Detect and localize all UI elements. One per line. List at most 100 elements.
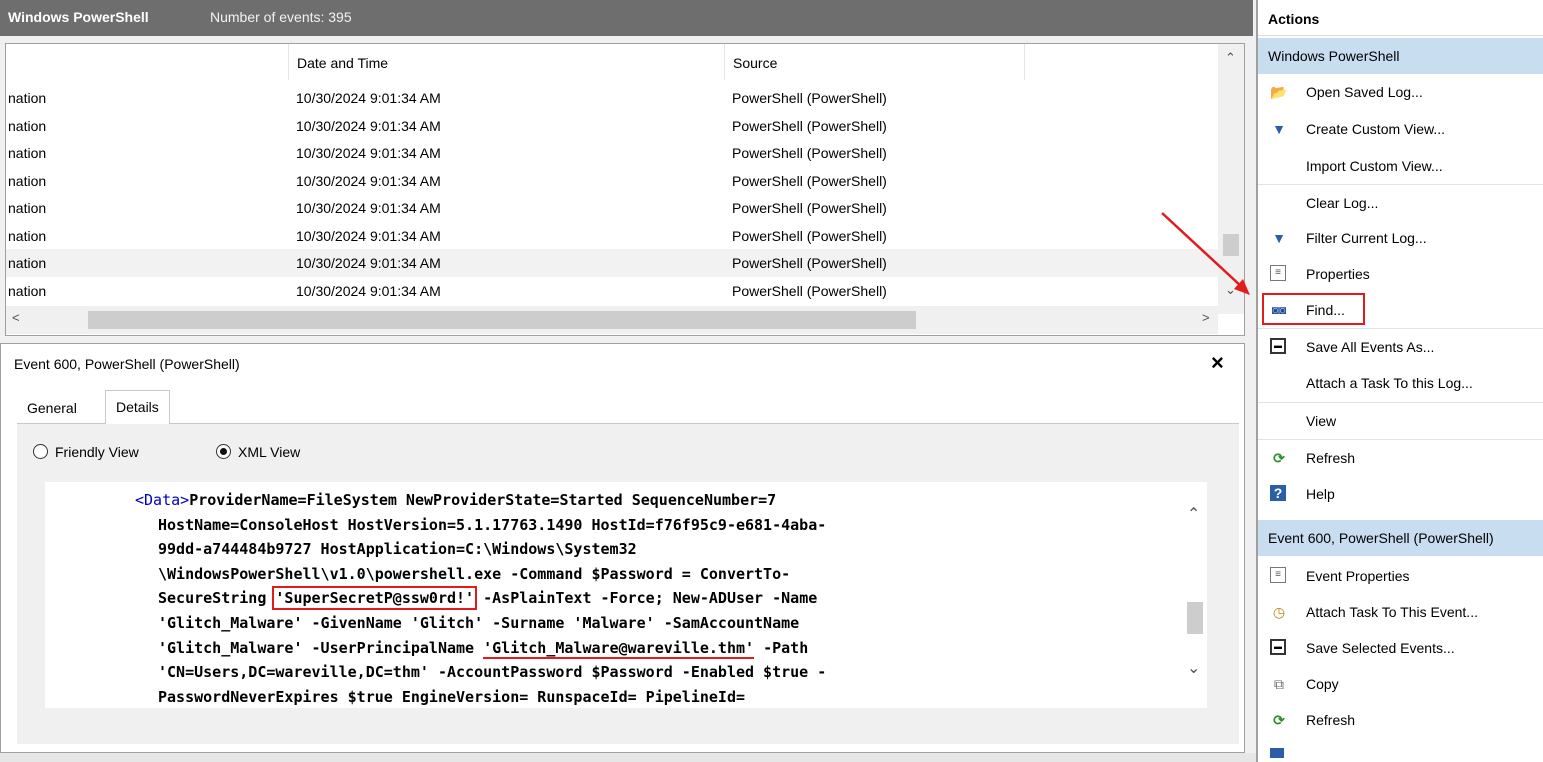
actions-pane: Actions Windows PowerShell 📂 Open Saved L… bbox=[1256, 0, 1543, 762]
table-row[interactable]: nation 10/30/2024 9:01:34 AM PowerShell (P… bbox=[6, 277, 1218, 305]
xml-vertical-scrollbar[interactable]: ⌃ ⌄ bbox=[1183, 482, 1207, 708]
list-horizontal-scrollbar[interactable]: < > bbox=[6, 306, 1218, 334]
action-copy[interactable]: ⧉ Copy bbox=[1258, 666, 1543, 702]
action-clear-log[interactable]: Clear Log... bbox=[1258, 184, 1543, 221]
action-label: View bbox=[1306, 413, 1337, 429]
refresh-icon: ⟳ bbox=[1273, 712, 1285, 728]
cell-source: PowerShell (PowerShell) bbox=[732, 172, 887, 189]
action-refresh[interactable]: ⟳ Refresh bbox=[1258, 439, 1543, 476]
cell-level: nation bbox=[8, 145, 47, 161]
save-icon: ▬ bbox=[1270, 338, 1286, 354]
scroll-up-icon[interactable]: ⌃ bbox=[1187, 504, 1200, 524]
table-row[interactable]: nation 10/30/2024 9:01:34 AM PowerShell (P… bbox=[6, 167, 1218, 195]
scroll-down-icon[interactable]: ⌄ bbox=[1187, 658, 1200, 678]
action-filter-current-log[interactable]: ▼ Filter Current Log... bbox=[1258, 220, 1543, 256]
radio-unchecked-icon bbox=[33, 444, 48, 459]
xml-line: 'Glitch_Malware' -GivenName 'Glitch' -Su… bbox=[158, 613, 800, 632]
underlined-upn: 'Glitch_Malware@wareville.thm' bbox=[483, 638, 755, 659]
scroll-up-icon[interactable]: ⌃ bbox=[1225, 50, 1236, 66]
action-label: Import Custom View... bbox=[1306, 158, 1443, 174]
action-label: Refresh bbox=[1306, 450, 1356, 466]
refresh-icon: ⟳ bbox=[1273, 450, 1285, 466]
cell-date: 10/30/2024 9:01:34 AM bbox=[296, 200, 441, 216]
xml-line: \WindowsPowerShell\v1.0\powershell.exe -… bbox=[158, 564, 791, 583]
cell-level: nation bbox=[8, 90, 47, 106]
action-label: Event Properties bbox=[1306, 568, 1410, 584]
properties-icon: ≡ bbox=[1270, 265, 1286, 281]
action-label: Refresh bbox=[1306, 712, 1356, 728]
event-list: Date and Time Source nation 10/30/2024 9:… bbox=[5, 43, 1245, 336]
xml-view-radio[interactable]: XML View bbox=[216, 442, 300, 462]
xml-text: SecureString bbox=[158, 589, 276, 608]
action-view[interactable]: View bbox=[1258, 402, 1543, 439]
action-help[interactable]: ? Help bbox=[1258, 476, 1543, 512]
status-bar bbox=[0, 753, 1256, 762]
action-attach-task-log[interactable]: Attach a Task To this Log... bbox=[1258, 365, 1543, 401]
xml-content[interactable]: <Data>ProviderName=FileSystem NewProvide… bbox=[45, 482, 1207, 708]
action-label: Copy bbox=[1306, 676, 1339, 692]
annotation-arrow-icon bbox=[1161, 212, 1250, 295]
filter-icon: ▼ bbox=[1272, 230, 1286, 246]
action-label: Filter Current Log... bbox=[1306, 230, 1427, 246]
action-import-custom-view[interactable]: Import Custom View... bbox=[1258, 148, 1543, 184]
folder-open-icon: 📂 bbox=[1270, 84, 1288, 100]
table-row[interactable]: nation 10/30/2024 9:01:34 AM PowerShell (P… bbox=[6, 139, 1218, 167]
highlighted-password: 'SuperSecretP@ssw0rd!' bbox=[272, 586, 478, 611]
scroll-left-icon[interactable]: < bbox=[12, 310, 20, 325]
xml-text: -Path bbox=[754, 638, 809, 657]
table-row[interactable]: nation 10/30/2024 9:01:34 AM PowerShell (P… bbox=[6, 222, 1218, 250]
copy-icon: ⧉ bbox=[1274, 676, 1284, 692]
tab-general[interactable]: General bbox=[17, 393, 87, 423]
column-header-level[interactable] bbox=[6, 44, 289, 80]
xml-text: -AsPlainText -Force; New-ADUser -Name bbox=[474, 589, 818, 608]
detail-title: Event 600, PowerShell (PowerShell) bbox=[14, 356, 240, 372]
action-save-all-events[interactable]: ▬ Save All Events As... bbox=[1258, 328, 1543, 365]
tab-details[interactable]: Details bbox=[105, 390, 170, 424]
scroll-right-icon[interactable]: > bbox=[1202, 310, 1210, 325]
scroll-thumb[interactable] bbox=[88, 311, 916, 329]
column-header-source[interactable]: Source bbox=[725, 44, 1025, 80]
cell-date: 10/30/2024 9:01:34 AM bbox=[296, 90, 441, 106]
action-properties[interactable]: ≡ Properties bbox=[1258, 256, 1543, 292]
action-label: Save Selected Events... bbox=[1306, 640, 1455, 656]
cell-source: PowerShell (PowerShell) bbox=[732, 145, 887, 161]
action-label: Save All Events As... bbox=[1306, 339, 1435, 355]
actions-section-event[interactable]: Event 600, PowerShell (PowerShell) bbox=[1258, 520, 1543, 556]
cell-level: nation bbox=[8, 227, 47, 244]
scroll-thumb[interactable] bbox=[1187, 602, 1203, 634]
table-row[interactable]: nation 10/30/2024 9:01:34 AM PowerShell (P… bbox=[6, 84, 1218, 112]
log-header-bar: Windows PowerShell Number of events: 395 bbox=[0, 0, 1253, 36]
cell-date: 10/30/2024 9:01:34 AM bbox=[296, 227, 441, 244]
close-icon[interactable]: × bbox=[1211, 350, 1224, 376]
cell-date: 10/30/2024 9:01:34 AM bbox=[296, 255, 441, 271]
action-refresh-event[interactable]: ⟳ Refresh bbox=[1258, 702, 1543, 738]
xml-line: HostName=ConsoleHost HostVersion=5.1.177… bbox=[158, 515, 827, 534]
friendly-view-radio[interactable]: Friendly View bbox=[33, 442, 139, 462]
radio-checked-icon bbox=[216, 444, 231, 459]
event-detail-pane: Event 600, PowerShell (PowerShell) × Gen… bbox=[0, 343, 1245, 753]
table-row[interactable]: nation 10/30/2024 9:01:34 AM PowerShell (P… bbox=[6, 112, 1218, 140]
action-save-selected-events[interactable]: ▬ Save Selected Events... bbox=[1258, 630, 1543, 666]
properties-icon: ≡ bbox=[1270, 567, 1286, 583]
save-icon: ▬ bbox=[1270, 639, 1286, 655]
column-header-date[interactable]: Date and Time bbox=[289, 44, 725, 80]
clock-icon: ◷ bbox=[1272, 604, 1286, 620]
action-create-custom-view[interactable]: ▼ Create Custom View... bbox=[1258, 111, 1543, 147]
cell-source: PowerShell (PowerShell) bbox=[732, 282, 887, 299]
table-row[interactable]: nation 10/30/2024 9:01:34 AM PowerShell (P… bbox=[6, 194, 1218, 222]
action-event-properties[interactable]: ≡ Event Properties bbox=[1258, 558, 1543, 594]
action-label: Create Custom View... bbox=[1306, 121, 1446, 137]
actions-section-log[interactable]: Windows PowerShell bbox=[1258, 38, 1543, 74]
cell-source: PowerShell (PowerShell) bbox=[732, 117, 887, 134]
action-attach-task-event[interactable]: ◷ Attach Task To This Event... bbox=[1258, 594, 1543, 630]
cell-date: 10/30/2024 9:01:34 AM bbox=[296, 282, 441, 299]
cell-source: PowerShell (PowerShell) bbox=[732, 255, 887, 271]
cell-level: nation bbox=[8, 117, 47, 134]
xml-line: 'CN=Users,DC=wareville,DC=thm' -AccountP… bbox=[158, 663, 827, 682]
help-icon: ? bbox=[1270, 485, 1286, 501]
action-label: Clear Log... bbox=[1306, 195, 1379, 211]
details-view: Friendly View XML View <Data>ProviderNam… bbox=[17, 424, 1239, 744]
table-row[interactable]: nation 10/30/2024 9:01:34 AM PowerShell (P… bbox=[6, 249, 1218, 277]
friendly-view-label: Friendly View bbox=[55, 444, 139, 460]
action-open-saved-log[interactable]: 📂 Open Saved Log... bbox=[1258, 74, 1543, 110]
